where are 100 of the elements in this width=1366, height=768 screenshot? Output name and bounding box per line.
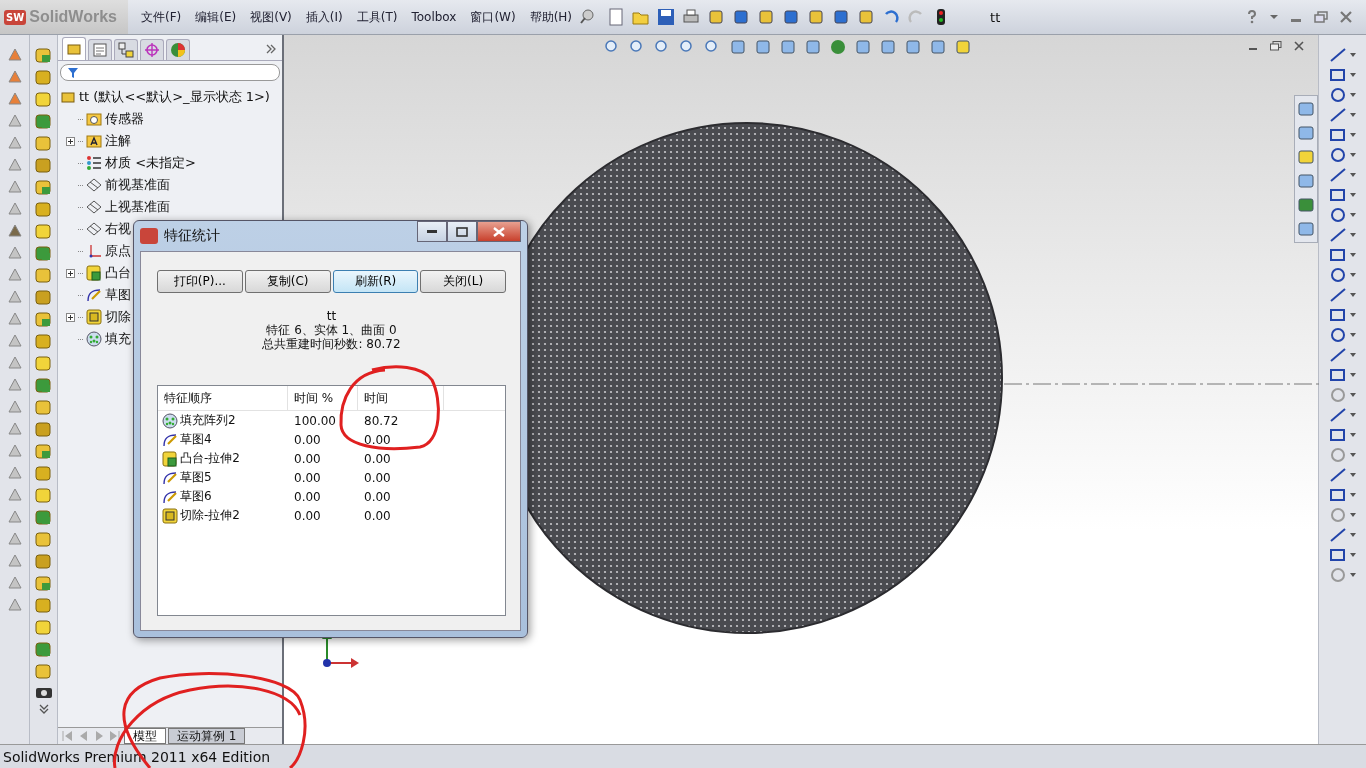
caret-icon[interactable] [1350,153,1356,157]
task-pane-icon[interactable] [1297,148,1315,166]
task-pane-icon[interactable] [1297,196,1315,214]
restore-icon[interactable] [1270,41,1282,51]
tool-shape-icon[interactable] [6,91,23,107]
caret-icon[interactable] [1350,113,1356,117]
feature-block-icon[interactable] [35,47,52,64]
tool-shape-icon[interactable] [6,311,23,327]
tool-shape-icon[interactable] [6,289,23,305]
column-header[interactable]: 特征顺序 [158,386,288,410]
sketch-tool-icon[interactable] [1329,267,1347,283]
menu-item[interactable]: 窗口(W) [463,8,523,26]
caret-icon[interactable] [1350,333,1356,337]
caret-icon[interactable] [1350,393,1356,397]
tree-item[interactable]: 材质 <未指定> [105,154,196,172]
menu-item[interactable]: 视图(V) [243,8,299,26]
feature-block-icon[interactable] [35,91,52,108]
camera-icon[interactable] [34,685,53,699]
feature-block-icon[interactable] [35,113,52,130]
panel-tab[interactable] [88,39,112,60]
caret-icon[interactable] [1350,93,1356,97]
caret-icon[interactable] [1350,473,1356,477]
tool-shape-icon[interactable] [6,223,23,239]
sketch-tool-icon[interactable] [1329,407,1347,423]
new-page-icon[interactable] [607,8,626,26]
tool-shape-icon[interactable] [6,487,23,503]
close-button[interactable] [477,221,521,242]
tool-shape-icon[interactable] [6,113,23,129]
chevron-right-icon[interactable] [266,44,276,54]
printer-icon[interactable] [682,8,701,26]
tool-shape-icon[interactable] [6,377,23,393]
caret-icon[interactable] [1350,433,1356,437]
caret-icon[interactable] [1350,533,1356,537]
caret-icon[interactable] [1350,553,1356,557]
feature-block-icon[interactable] [35,289,52,306]
sketch-tool-icon[interactable] [1329,427,1347,443]
tool-shape-icon[interactable] [6,553,23,569]
tool-shape-icon[interactable] [6,465,23,481]
filter-field[interactable] [60,64,280,81]
caret-icon[interactable] [1350,273,1356,277]
feature-block-icon[interactable] [35,135,52,152]
panel-tab[interactable] [62,37,86,60]
caret-icon[interactable] [1350,73,1356,77]
feature-block-icon[interactable] [35,377,52,394]
sketch-tool-icon[interactable] [1329,127,1347,143]
tree-item[interactable]: tt (默认<<默认>_显示状态 1>) [79,88,270,106]
tree-item[interactable]: 草图 [105,286,131,304]
task-pane-icon[interactable] [1297,220,1315,238]
feature-block-icon[interactable] [35,179,52,196]
caret-icon[interactable] [1350,173,1356,177]
sketch-tool-icon[interactable] [1329,227,1347,243]
tool-shape-icon[interactable] [6,531,23,547]
expand-plus-icon[interactable] [66,136,75,146]
caret-icon[interactable] [1350,53,1356,57]
close-icon[interactable] [1294,41,1304,51]
caret-icon[interactable] [1350,233,1356,237]
feature-block-icon[interactable] [35,201,52,218]
help-icon[interactable] [1246,10,1258,24]
menu-item[interactable]: 工具(T) [349,8,405,26]
sketch-tool-icon[interactable] [1329,187,1347,203]
caret-icon[interactable] [1350,453,1356,457]
caret-icon[interactable] [1350,293,1356,297]
caret-icon[interactable] [1350,193,1356,197]
menu-item[interactable]: 插入(I) [298,8,350,26]
sketch-tool-icon[interactable] [1329,367,1347,383]
caret-icon[interactable] [1350,133,1356,137]
feature-block-icon[interactable] [35,487,52,504]
caret-icon[interactable] [1350,313,1356,317]
tool-shape-icon[interactable] [6,355,23,371]
sketch-tool-icon[interactable] [1329,167,1347,183]
caret-icon[interactable] [1350,213,1356,217]
sketch-tool-icon[interactable] [1329,47,1347,63]
tool-shape-icon[interactable] [6,201,23,217]
sketch-tool-icon[interactable] [1329,327,1347,343]
sketch-tool-icon[interactable] [1329,347,1347,363]
feature-block-icon[interactable] [35,223,52,240]
panel-tab[interactable] [114,39,138,60]
sketch-tool-icon[interactable] [1329,87,1347,103]
menu-item[interactable]: 文件(F) [134,8,189,26]
tool-shape-icon[interactable] [6,267,23,283]
restore-icon[interactable] [1314,11,1328,23]
feature-block-icon[interactable] [35,421,52,438]
expand-plus-icon[interactable] [66,312,75,322]
task-pane-icon[interactable] [1297,172,1315,190]
sketch-tool-icon[interactable] [1329,67,1347,83]
dialog-button[interactable]: 打印(P)... [157,270,243,293]
tool-shape-icon[interactable] [6,509,23,525]
tree-item[interactable]: 切除 [105,308,131,326]
menu-item[interactable]: 帮助(H) [522,8,580,26]
tree-item[interactable]: 右视 [105,220,131,238]
caret-icon[interactable] [1350,493,1356,497]
expand-plus-icon[interactable] [66,268,75,278]
feature-block-icon[interactable] [35,575,52,592]
sketch-tool-icon[interactable] [1329,467,1347,483]
tab-navigation-icon[interactable] [60,729,122,743]
minimize-button[interactable] [417,221,447,242]
feature-block-icon[interactable] [35,663,52,680]
menu-item[interactable]: 编辑(E) [188,8,244,26]
tool-shape-icon[interactable] [6,47,23,63]
menu-item[interactable]: Toolbox [404,10,464,24]
